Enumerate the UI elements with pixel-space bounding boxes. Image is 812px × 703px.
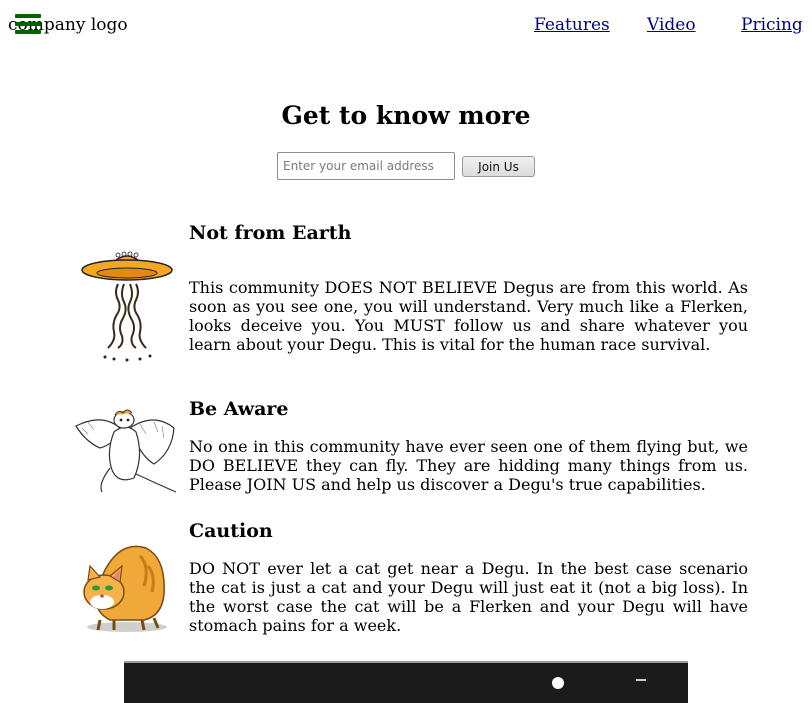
- feature-title: Be Aware: [189, 398, 289, 420]
- feature-title: Caution: [189, 520, 273, 542]
- cat-icon: [83, 545, 167, 632]
- join-us-button[interactable]: Join Us: [462, 156, 535, 177]
- email-input[interactable]: [277, 152, 455, 180]
- feature-text: DO NOT ever let a cat get near a Degu. I…: [189, 559, 748, 635]
- feature-text: This community DOES NOT BELIEVE Degus ar…: [189, 278, 748, 354]
- hamburger-menu-icon[interactable]: [15, 12, 41, 34]
- feature-title: Not from Earth: [189, 222, 352, 244]
- ufo-icon: [81, 251, 173, 362]
- header: company logo Features Video Pricing Get …: [0, 0, 812, 210]
- play-icon[interactable]: [552, 677, 564, 689]
- nav-link-pricing[interactable]: Pricing: [741, 15, 803, 35]
- nav-link-features[interactable]: Features: [534, 15, 610, 35]
- page-title: Get to know more: [281, 101, 531, 130]
- feature-text: No one in this community have ever seen …: [189, 437, 748, 494]
- video-player[interactable]: [124, 661, 688, 703]
- flying-degu-icon: [75, 409, 177, 493]
- nav-link-video[interactable]: Video: [647, 15, 696, 35]
- video-control-icon[interactable]: [636, 679, 646, 689]
